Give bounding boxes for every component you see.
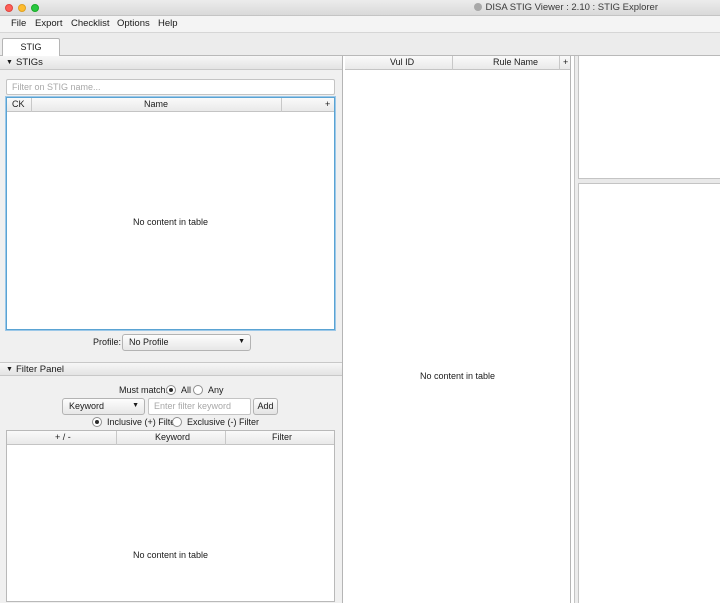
title-bar: DISA STIG Viewer : 2.10 : STIG Explorer — [0, 0, 720, 16]
collapse-triangle-icon: ▼ — [6, 366, 13, 373]
must-match-label: Must match: — [119, 385, 169, 395]
column-keyword[interactable]: Keyword — [155, 432, 190, 442]
match-all-radio[interactable] — [166, 385, 176, 395]
menu-bar: File Export Checklist Options Help — [0, 16, 720, 33]
left-panel: ▼ STIGs Filter on STIG name... CK Name +… — [0, 56, 343, 603]
filter-keyword-input[interactable]: Enter filter keyword — [148, 398, 251, 415]
column-divider — [31, 98, 32, 112]
column-divider — [225, 431, 226, 445]
rules-table-header: Vul ID Rule Name + — [345, 56, 570, 70]
horizontal-split-divider[interactable] — [578, 178, 720, 184]
menu-options[interactable]: Options — [117, 18, 150, 29]
stigs-table-header: CK Name + — [7, 98, 334, 112]
collapse-triangle-icon: ▼ — [6, 59, 13, 66]
filter-panel-title: Filter Panel — [16, 364, 65, 375]
match-any-radio[interactable] — [193, 385, 203, 395]
menu-file[interactable]: File — [11, 18, 26, 29]
filter-panel-header[interactable]: ▼ Filter Panel — [0, 362, 342, 376]
chevron-down-icon: ▼ — [238, 338, 245, 345]
column-menu-plus-icon[interactable]: + — [563, 57, 568, 67]
keyword-type-value: Keyword — [69, 401, 105, 411]
add-filter-button[interactable]: Add — [253, 398, 278, 415]
window-title: DISA STIG Viewer : 2.10 : STIG Explorer — [0, 2, 720, 13]
column-divider — [116, 431, 117, 445]
keyword-type-select[interactable]: Keyword ▼ — [62, 398, 145, 415]
menu-checklist[interactable]: Checklist — [71, 18, 110, 29]
filters-table[interactable]: + / - Keyword Filter No content in table — [6, 430, 335, 602]
tab-stig-explorer[interactable]: STIG Explorer — [2, 38, 60, 69]
inclusive-filter-label: Inclusive (+) Filter — [107, 417, 179, 427]
right-panel — [579, 56, 720, 603]
match-any-label: Any — [208, 385, 224, 395]
column-menu-plus-icon[interactable]: + — [325, 99, 330, 109]
app-icon — [473, 3, 482, 11]
column-vul-id[interactable]: Vul ID — [390, 57, 414, 67]
column-rule-name[interactable]: Rule Name — [493, 57, 538, 67]
menu-export[interactable]: Export — [35, 18, 62, 29]
column-plus-minus[interactable]: + / - — [55, 432, 71, 442]
stig-filter-placeholder: Filter on STIG name... — [12, 82, 101, 92]
stigs-section-header[interactable]: ▼ STIGs — [0, 56, 342, 70]
rule-content-pane — [579, 184, 720, 603]
stigs-table[interactable]: CK Name + No content in table — [6, 97, 335, 330]
column-divider — [452, 56, 453, 70]
menu-help[interactable]: Help — [158, 18, 178, 29]
stigs-section-title: STIGs — [16, 57, 43, 68]
column-name[interactable]: Name — [144, 99, 168, 109]
filter-keyword-placeholder: Enter filter keyword — [154, 401, 232, 411]
chevron-down-icon: ▼ — [132, 402, 139, 409]
rules-empty-message: No content in table — [419, 371, 496, 381]
filters-table-header: + / - Keyword Filter — [7, 431, 334, 445]
tab-strip — [0, 33, 720, 56]
rule-details-pane — [579, 56, 720, 178]
exclusive-filter-radio[interactable] — [172, 417, 182, 427]
stig-filter-input[interactable]: Filter on STIG name... — [6, 79, 335, 95]
column-filter[interactable]: Filter — [272, 432, 292, 442]
column-divider — [559, 56, 560, 70]
profile-label: Profile: — [93, 337, 122, 347]
profile-select-value: No Profile — [129, 337, 169, 347]
profile-select[interactable]: No Profile ▼ — [122, 334, 251, 351]
inclusive-filter-radio[interactable] — [92, 417, 102, 427]
match-all-label: All — [181, 385, 192, 395]
rules-table[interactable]: Vul ID Rule Name + No content in table — [345, 56, 571, 603]
exclusive-filter-label: Exclusive (-) Filter — [187, 417, 260, 427]
column-divider — [281, 98, 282, 112]
column-ck[interactable]: CK — [12, 99, 25, 109]
filters-empty-message: No content in table — [132, 550, 209, 560]
stigs-empty-message: No content in table — [132, 217, 209, 227]
